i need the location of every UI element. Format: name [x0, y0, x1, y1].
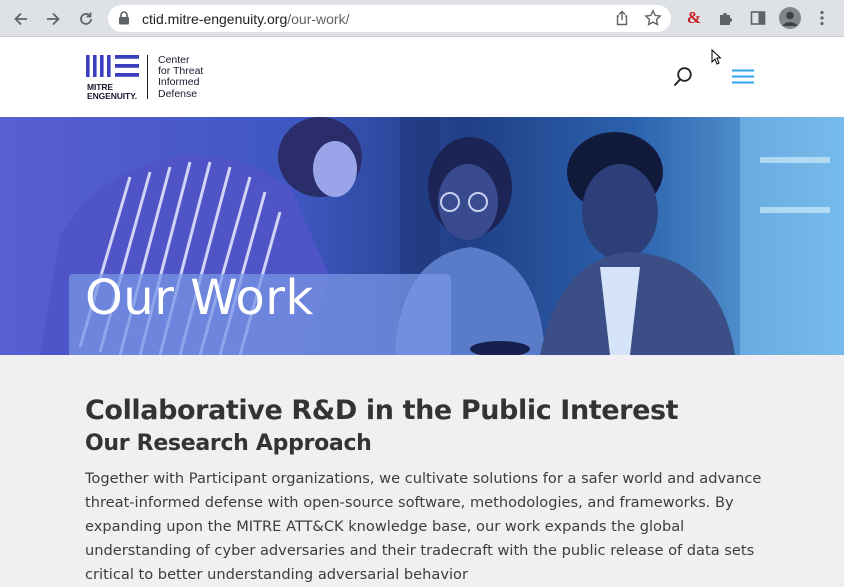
url-host: ctid.mitre-engenuity.org	[142, 11, 288, 27]
lock-icon[interactable]	[118, 11, 130, 30]
logo-org-text: Center for Threat Informed Defense	[158, 54, 203, 100]
logo-brand-line: ENGENUITY.	[87, 91, 138, 101]
mouse-cursor-icon	[711, 49, 721, 65]
logo-brand-text: MITRE ENGENUITY.	[87, 83, 137, 101]
url-path: /our-work/	[287, 11, 350, 27]
kebab-menu-icon[interactable]	[811, 7, 833, 29]
hamburger-menu-icon[interactable]	[732, 69, 754, 85]
browser-toolbar: ctid.mitre-engenuity.org/our-work/ &	[0, 0, 844, 37]
profile-icon[interactable]	[779, 7, 801, 29]
hero-banner: Our Work	[0, 117, 844, 355]
back-icon[interactable]	[10, 8, 32, 30]
logo-org-line: Informed	[158, 76, 200, 89]
forward-icon[interactable]	[42, 8, 64, 30]
sidepanel-icon[interactable]	[747, 7, 769, 29]
url-text: ctid.mitre-engenuity.org/our-work/	[142, 11, 349, 27]
section-subheading: Our Research Approach	[85, 431, 372, 456]
search-icon[interactable]	[673, 66, 693, 88]
share-icon[interactable]	[614, 10, 630, 31]
reload-icon[interactable]	[75, 8, 97, 30]
main-content: Collaborative R&D in the Public Interest…	[85, 395, 775, 587]
puzzle-icon[interactable]	[715, 7, 737, 29]
logo-divider	[147, 55, 148, 99]
hero-title: Our Work	[85, 270, 314, 326]
site-logo[interactable]: MITRE ENGENUITY. Center for Threat Infor…	[86, 54, 216, 101]
logo-org-line: Defense	[158, 87, 198, 100]
star-icon[interactable]	[644, 9, 662, 32]
extension-glyph: &	[686, 8, 702, 27]
page-heading: Collaborative R&D in the Public Interest	[85, 395, 679, 426]
mitre-logo-mark-icon	[86, 55, 139, 77]
address-bar[interactable]: ctid.mitre-engenuity.org/our-work/	[108, 5, 671, 32]
intro-paragraph: Together with Participant organizations,…	[85, 470, 762, 583]
extension-ampersand-icon[interactable]: &	[683, 7, 705, 29]
